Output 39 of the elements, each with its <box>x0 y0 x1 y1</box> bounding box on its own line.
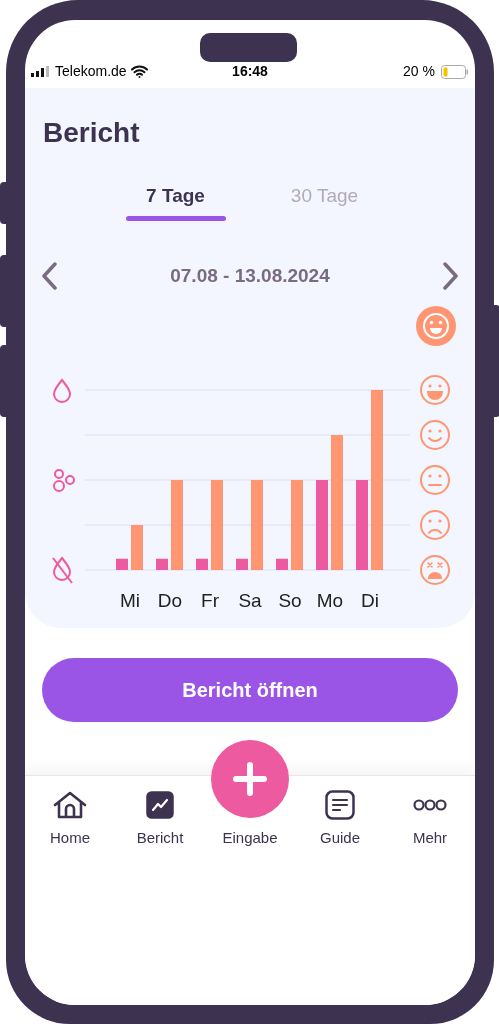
neutral-face-icon <box>420 465 450 495</box>
smiling-face-icon <box>420 420 450 450</box>
sad-face-icon <box>420 510 450 540</box>
grinning-face-icon <box>420 375 450 405</box>
axis-label: Mo <box>316 590 344 611</box>
open-report-button[interactable]: Bericht öffnen <box>42 658 458 722</box>
axis-label: Sa <box>238 590 262 611</box>
plus-icon <box>233 762 267 796</box>
axis-label: So <box>278 590 302 611</box>
axis-label: Di <box>361 590 379 611</box>
bar <box>276 558 288 570</box>
battery-icon <box>441 64 469 79</box>
bar <box>156 558 168 570</box>
nav-item[interactable]: Home <box>50 790 90 847</box>
crossed-drop-icon <box>52 557 73 584</box>
bar <box>131 525 143 570</box>
clock-time: 16:48 <box>232 63 268 79</box>
drop-icon <box>53 379 71 403</box>
period-tab[interactable]: 7 Tage <box>101 184 250 221</box>
nav-item[interactable]: Mehr <box>412 790 448 847</box>
axis-label: Fr <box>201 590 219 611</box>
chevron-left-icon <box>41 262 57 290</box>
page-title: Bericht <box>43 116 141 150</box>
chevron-right-icon <box>443 262 459 290</box>
axis-label: Do <box>157 590 183 611</box>
date-range: 07.08 - 13.08.2024 <box>170 263 330 288</box>
carrier-name: Telekom.de <box>55 62 127 81</box>
nav-item[interactable]: Eingabe <box>222 829 278 847</box>
circles-icon <box>53 469 75 492</box>
wifi-icon <box>130 65 148 78</box>
nav-item[interactable]: Bericht <box>136 790 184 847</box>
dizzy-face-icon <box>420 555 450 585</box>
bar <box>236 558 248 570</box>
nav-item[interactable]: Guide <box>320 790 360 847</box>
axis-label: Mi <box>119 590 141 611</box>
bar <box>196 558 208 570</box>
battery-percentage: 20 % <box>403 62 435 81</box>
bar <box>116 558 128 570</box>
signal-icon <box>31 66 51 77</box>
